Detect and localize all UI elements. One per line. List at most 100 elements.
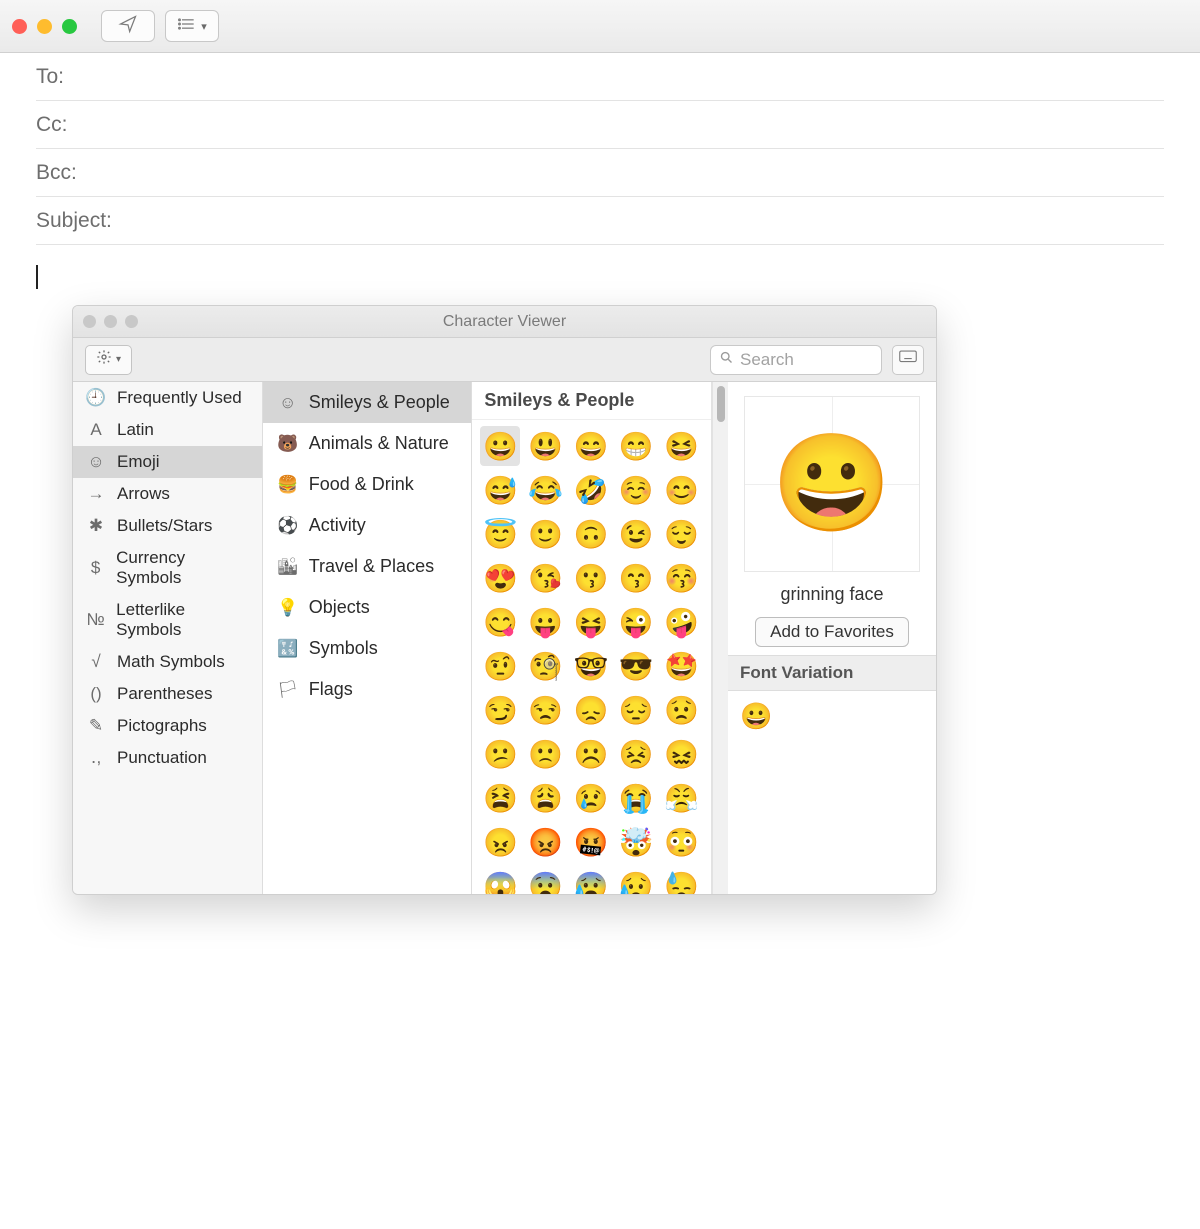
- emoji-cell[interactable]: 😟: [662, 690, 702, 730]
- emoji-cell[interactable]: 🤣: [571, 470, 611, 510]
- cv-category-item[interactable]: ALatin: [73, 414, 262, 446]
- compose-body[interactable]: [0, 245, 1200, 314]
- emoji-cell[interactable]: 🙂: [526, 514, 566, 554]
- close-window-button[interactable]: [12, 19, 27, 34]
- emoji-cell[interactable]: 🤩: [662, 646, 702, 686]
- send-button[interactable]: [101, 10, 155, 42]
- emoji-cell[interactable]: 😅: [480, 470, 520, 510]
- cv-category-item[interactable]: ☺Emoji: [73, 446, 262, 478]
- cv-category-item[interactable]: ․,Punctuation: [73, 742, 262, 774]
- cv-emoji-grid[interactable]: 😀😃😄😁😆 😅😂🤣☺️😊 😇🙂🙃😉😌 😍😘😗😙😚 😋😛😝😜🤪 🤨🧐🤓😎🤩 😏😒😞😔😟 😕🙁☹️…: [472, 420, 711, 894]
- emoji-cell[interactable]: 😗: [571, 558, 611, 598]
- cv-collapse-toggle-button[interactable]: [892, 345, 924, 375]
- emoji-cell[interactable]: 😳: [662, 822, 702, 862]
- cv-grid-scrollbar[interactable]: [712, 382, 728, 894]
- emoji-cell[interactable]: 😞: [571, 690, 611, 730]
- category-icon: A: [85, 420, 107, 440]
- font-variation-body[interactable]: 😀: [728, 691, 936, 894]
- emoji-cell[interactable]: ☺️: [616, 470, 656, 510]
- cv-category-item[interactable]: →Arrows: [73, 478, 262, 510]
- cv-subcategory-item[interactable]: 🍔Food & Drink: [263, 464, 472, 505]
- scrollbar-thumb[interactable]: [717, 386, 725, 422]
- cv-subcategory-item[interactable]: 🏳Flags: [263, 669, 472, 710]
- emoji-cell[interactable]: 🤓: [571, 646, 611, 686]
- emoji-cell[interactable]: 😱: [480, 866, 520, 894]
- cv-action-menu-button[interactable]: ▾: [85, 345, 132, 375]
- subject-field-row[interactable]: Subject:: [36, 197, 1164, 245]
- emoji-cell[interactable]: 😏: [480, 690, 520, 730]
- emoji-cell[interactable]: 🤬: [571, 822, 611, 862]
- cv-subcategory-item[interactable]: 💡Objects: [263, 587, 472, 628]
- cv-category-item[interactable]: ()Parentheses: [73, 678, 262, 710]
- cv-subcategory-item[interactable]: 🐻Animals & Nature: [263, 423, 472, 464]
- emoji-cell[interactable]: 😌: [662, 514, 702, 554]
- emoji-cell[interactable]: 😛: [526, 602, 566, 642]
- paper-plane-icon: [118, 14, 138, 39]
- emoji-cell[interactable]: 😖: [662, 734, 702, 774]
- cv-category-item[interactable]: ✎Pictographs: [73, 710, 262, 742]
- emoji-cell[interactable]: 😘: [526, 558, 566, 598]
- emoji-cell[interactable]: 🤪: [662, 602, 702, 642]
- emoji-cell[interactable]: 😣: [616, 734, 656, 774]
- emoji-cell[interactable]: 😎: [616, 646, 656, 686]
- emoji-cell[interactable]: 😕: [480, 734, 520, 774]
- cv-subcategory-item[interactable]: ⚽Activity: [263, 505, 472, 546]
- cv-category-item[interactable]: $Currency Symbols: [73, 542, 262, 594]
- emoji-cell[interactable]: 😍: [480, 558, 520, 598]
- cv-close-button[interactable]: [83, 315, 96, 328]
- emoji-cell[interactable]: 🤯: [616, 822, 656, 862]
- cv-subcategory-item[interactable]: ☺Smileys & People: [263, 382, 472, 423]
- emoji-cell[interactable]: 😨: [526, 866, 566, 894]
- cv-category-item[interactable]: №Letterlike Symbols: [73, 594, 262, 646]
- emoji-cell[interactable]: 🤨: [480, 646, 520, 686]
- to-field-row[interactable]: To:: [36, 53, 1164, 101]
- cv-category-item[interactable]: 🕘Frequently Used: [73, 382, 262, 414]
- cv-search-input[interactable]: [740, 350, 873, 370]
- emoji-cell[interactable]: 😂: [526, 470, 566, 510]
- fullscreen-window-button[interactable]: [62, 19, 77, 34]
- emoji-cell[interactable]: 😰: [571, 866, 611, 894]
- emoji-cell[interactable]: ☹️: [571, 734, 611, 774]
- add-to-favorites-button[interactable]: Add to Favorites: [755, 617, 909, 647]
- emoji-cell[interactable]: 😆: [662, 426, 702, 466]
- emoji-cell[interactable]: 😄: [571, 426, 611, 466]
- cv-search-field[interactable]: [710, 345, 882, 375]
- font-variation-glyph[interactable]: 😀: [740, 701, 772, 731]
- category-label: Letterlike Symbols: [116, 600, 250, 640]
- emoji-cell[interactable]: 😔: [616, 690, 656, 730]
- emoji-cell[interactable]: 😥: [616, 866, 656, 894]
- emoji-cell[interactable]: 😡: [526, 822, 566, 862]
- cv-fullscreen-button[interactable]: [125, 315, 138, 328]
- emoji-cell[interactable]: 😀: [480, 426, 520, 466]
- emoji-cell[interactable]: 😊: [662, 470, 702, 510]
- emoji-cell[interactable]: 🧐: [526, 646, 566, 686]
- emoji-cell[interactable]: 😠: [480, 822, 520, 862]
- bcc-field-row[interactable]: Bcc:: [36, 149, 1164, 197]
- emoji-cell[interactable]: 😤: [662, 778, 702, 818]
- emoji-cell[interactable]: 😇: [480, 514, 520, 554]
- emoji-cell[interactable]: 😫: [480, 778, 520, 818]
- emoji-cell[interactable]: 😜: [616, 602, 656, 642]
- emoji-cell[interactable]: 😩: [526, 778, 566, 818]
- emoji-cell[interactable]: 😒: [526, 690, 566, 730]
- emoji-cell[interactable]: 🙁: [526, 734, 566, 774]
- header-fields-menu-button[interactable]: ▾: [165, 10, 219, 42]
- emoji-cell[interactable]: 😋: [480, 602, 520, 642]
- cv-subcategory-item[interactable]: 🏙Travel & Places: [263, 546, 472, 587]
- cv-category-item[interactable]: √Math Symbols: [73, 646, 262, 678]
- emoji-cell[interactable]: 🙃: [571, 514, 611, 554]
- emoji-cell[interactable]: 😚: [662, 558, 702, 598]
- cv-subcategory-item[interactable]: 🔣Symbols: [263, 628, 472, 669]
- emoji-cell[interactable]: 😝: [571, 602, 611, 642]
- cv-minimize-button[interactable]: [104, 315, 117, 328]
- emoji-cell[interactable]: 😙: [616, 558, 656, 598]
- emoji-cell[interactable]: 😭: [616, 778, 656, 818]
- emoji-cell[interactable]: 😢: [571, 778, 611, 818]
- cv-category-item[interactable]: ✱Bullets/Stars: [73, 510, 262, 542]
- minimize-window-button[interactable]: [37, 19, 52, 34]
- emoji-cell[interactable]: 😃: [526, 426, 566, 466]
- cc-field-row[interactable]: Cc:: [36, 101, 1164, 149]
- emoji-cell[interactable]: 😓: [662, 866, 702, 894]
- emoji-cell[interactable]: 😁: [616, 426, 656, 466]
- emoji-cell[interactable]: 😉: [616, 514, 656, 554]
